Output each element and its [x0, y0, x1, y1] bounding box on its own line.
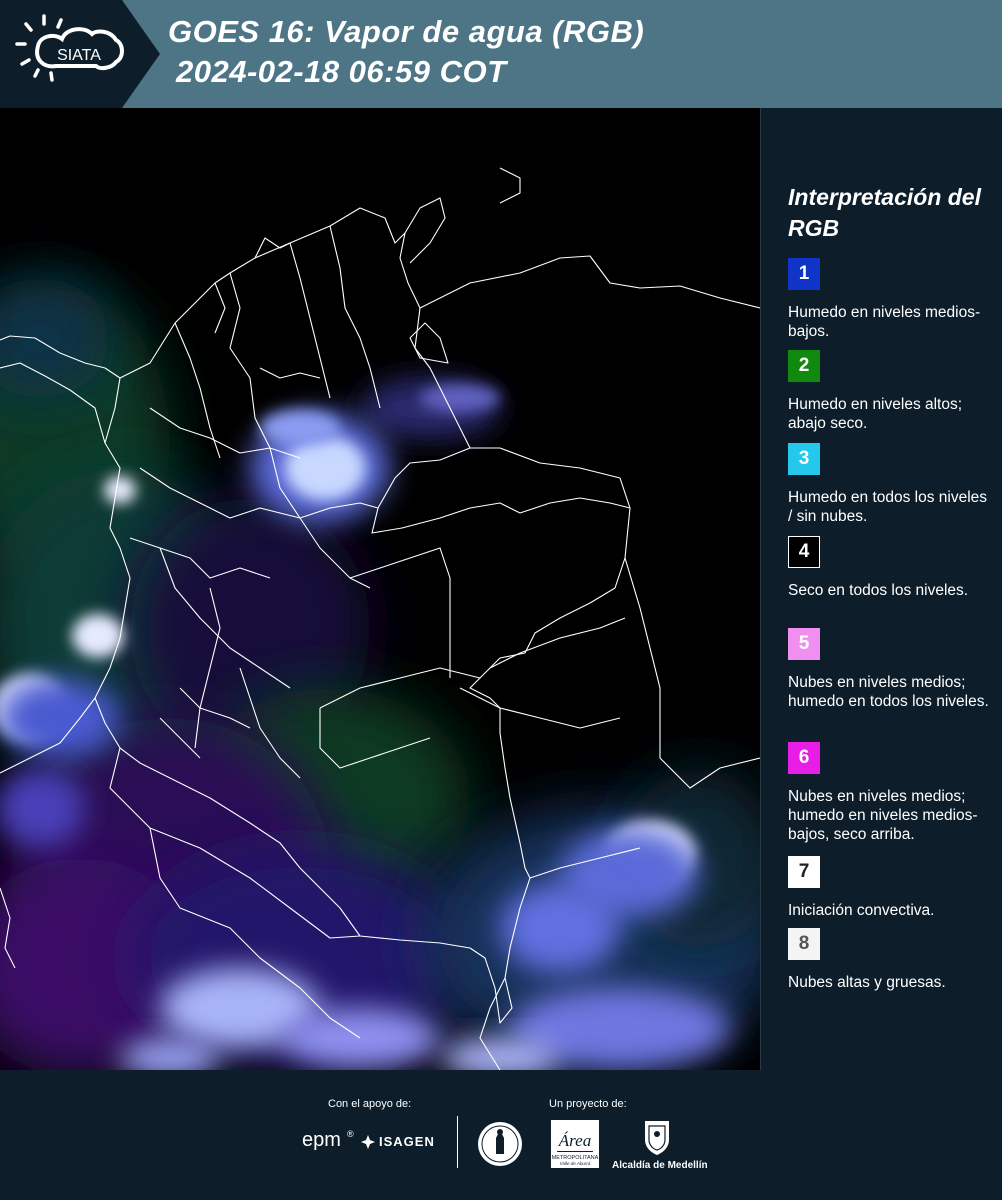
area-metropolitana-logo: Área METROPOLITANA Valle de Aburrá	[551, 1120, 599, 1168]
legend-label: Iniciación convectiva.	[788, 902, 935, 919]
isagen-icon	[361, 1135, 375, 1149]
page: SIATA GOES 16: Vapor de agua (RGB) 2024-…	[0, 0, 1002, 1200]
satellite-map	[0, 108, 760, 1070]
legend-swatch: 5	[788, 628, 820, 660]
legend-swatch: 3	[788, 443, 820, 475]
legend-swatch: 7	[788, 856, 820, 888]
legend-swatch: 6	[788, 742, 820, 774]
project-caption: Un proyecto de:	[549, 1098, 627, 1110]
svg-text:Área: Área	[558, 1131, 591, 1150]
registered-mark: ®	[347, 1129, 354, 1139]
legend-label: Seco en todos los niveles.	[788, 582, 969, 599]
page-title: GOES 16: Vapor de agua (RGB)	[168, 14, 645, 49]
siata-logo: SIATA	[0, 0, 160, 108]
alcaldia-logo: Alcaldía de Medellín	[612, 1160, 708, 1171]
epm-logo: epm	[302, 1129, 341, 1151]
legend-label: Humedo en niveles altos; abajo seco.	[788, 396, 963, 432]
seal-icon	[478, 1122, 522, 1166]
footer-divider	[457, 1116, 458, 1168]
legend-swatch: 4	[788, 536, 820, 568]
legend-label: Nubes en niveles medios; humedo en todos…	[788, 674, 989, 710]
map-divider	[760, 108, 761, 1070]
legend-swatch: 2	[788, 350, 820, 382]
footer: Con el apoyo de: Un proyecto de: epm ® I…	[0, 1070, 1002, 1200]
legend-title: Interpretación del RGB	[788, 184, 981, 241]
svg-text:Valle de Aburrá: Valle de Aburrá	[560, 1161, 591, 1166]
legend-label: Nubes en niveles medios; humedo en nivel…	[788, 788, 978, 843]
siata-logo-text: SIATA	[57, 47, 101, 64]
support-caption: Con el apoyo de:	[328, 1098, 412, 1110]
legend-swatch: 8	[788, 928, 820, 960]
legend-label: Nubes altas y gruesas.	[788, 974, 946, 991]
legend-label: Humedo en niveles medios-bajos.	[788, 304, 981, 340]
header: SIATA GOES 16: Vapor de agua (RGB) 2024-…	[0, 0, 1002, 108]
alcaldia-shield-icon	[645, 1121, 669, 1155]
legend-label: Humedo en todos los niveles / sin nubes.	[788, 489, 988, 525]
satellite-image	[0, 108, 760, 1070]
legend-swatch: 1	[788, 258, 820, 290]
page-timestamp: 2024-02-18 06:59 COT	[176, 54, 507, 89]
legend-panel: Interpretación del RGB 1 Humedo en nivele…	[775, 108, 1000, 1070]
isagen-logo: ISAGEN	[379, 1134, 435, 1149]
